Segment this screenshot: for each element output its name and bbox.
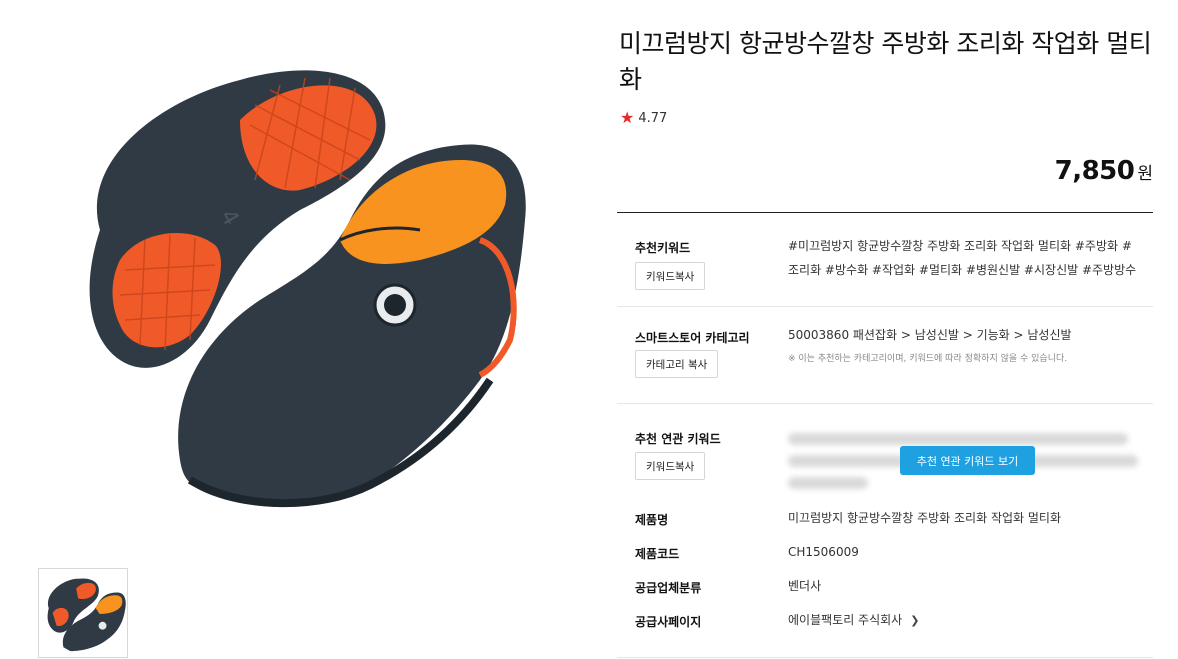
section-divider	[617, 306, 1153, 307]
keyword-value: #미끄럼방지 항균방수깔창 주방화 조리화 작업화 멀티화 #주방화 #조리화 …	[788, 239, 1137, 277]
supplier-page-name: 에이블팩토리 주식회사	[788, 613, 903, 627]
price-divider	[617, 212, 1153, 213]
supplier-page-link[interactable]: 에이블팩토리 주식회사 ❯	[788, 608, 919, 633]
product-title: 미끄럼방지 항균방수깔창 주방화 조리화 작업화 멀티화	[619, 29, 1152, 94]
product-code-label: 제품코드	[635, 547, 680, 561]
category-value: 50003860 패션잡화 > 남성신발 > 기능화 > 남성신발	[788, 328, 1072, 342]
product-rating: ★ 4.77	[620, 110, 667, 126]
chevron-right-icon: ❯	[910, 614, 920, 627]
product-main-image[interactable]: 4	[40, 40, 560, 540]
copy-related-keyword-button[interactable]: 키워드복사	[635, 452, 706, 480]
product-gallery: 4	[0, 0, 600, 659]
product-info-panel: 미끄럼방지 항균방수깔창 주방화 조리화 작업화 멀티화 ★ 4.77 7,85…	[617, 0, 1153, 659]
supplier-type-label: 공급업체분류	[635, 581, 702, 595]
product-code-value: CH1506009	[788, 545, 859, 559]
related-keyword-label: 추천 연관 키워드	[635, 432, 721, 446]
supplier-page-label: 공급사페이지	[635, 615, 702, 629]
view-related-keywords-button[interactable]: 추천 연관 키워드 보기	[900, 446, 1035, 475]
supplier-type-value: 벤더사	[788, 579, 822, 593]
keyword-label: 추천키워드	[635, 241, 691, 255]
star-icon: ★	[620, 108, 635, 127]
product-name-value: 미끄럼방지 항균방수깔창 주방화 조리화 작업화 멀티화	[788, 511, 1061, 525]
category-note: ※ 이는 추천하는 카테고리이며, 키워드에 따라 정확하지 않을 수 있습니다…	[788, 354, 1068, 364]
category-label: 스마트스토어 카테고리	[635, 331, 750, 345]
copy-category-button[interactable]: 카테고리 복사	[635, 350, 719, 378]
bottom-divider	[617, 657, 1153, 658]
rating-value: 4.77	[638, 110, 668, 126]
copy-keyword-button[interactable]: 키워드복사	[635, 262, 706, 290]
product-thumbnail[interactable]	[38, 568, 128, 658]
product-price: 7,850 원	[1055, 156, 1153, 186]
product-name-label: 제품명	[635, 513, 669, 527]
section-divider	[617, 403, 1153, 404]
price-currency: 원	[1137, 164, 1153, 184]
price-amount: 7,850	[1054, 156, 1135, 186]
